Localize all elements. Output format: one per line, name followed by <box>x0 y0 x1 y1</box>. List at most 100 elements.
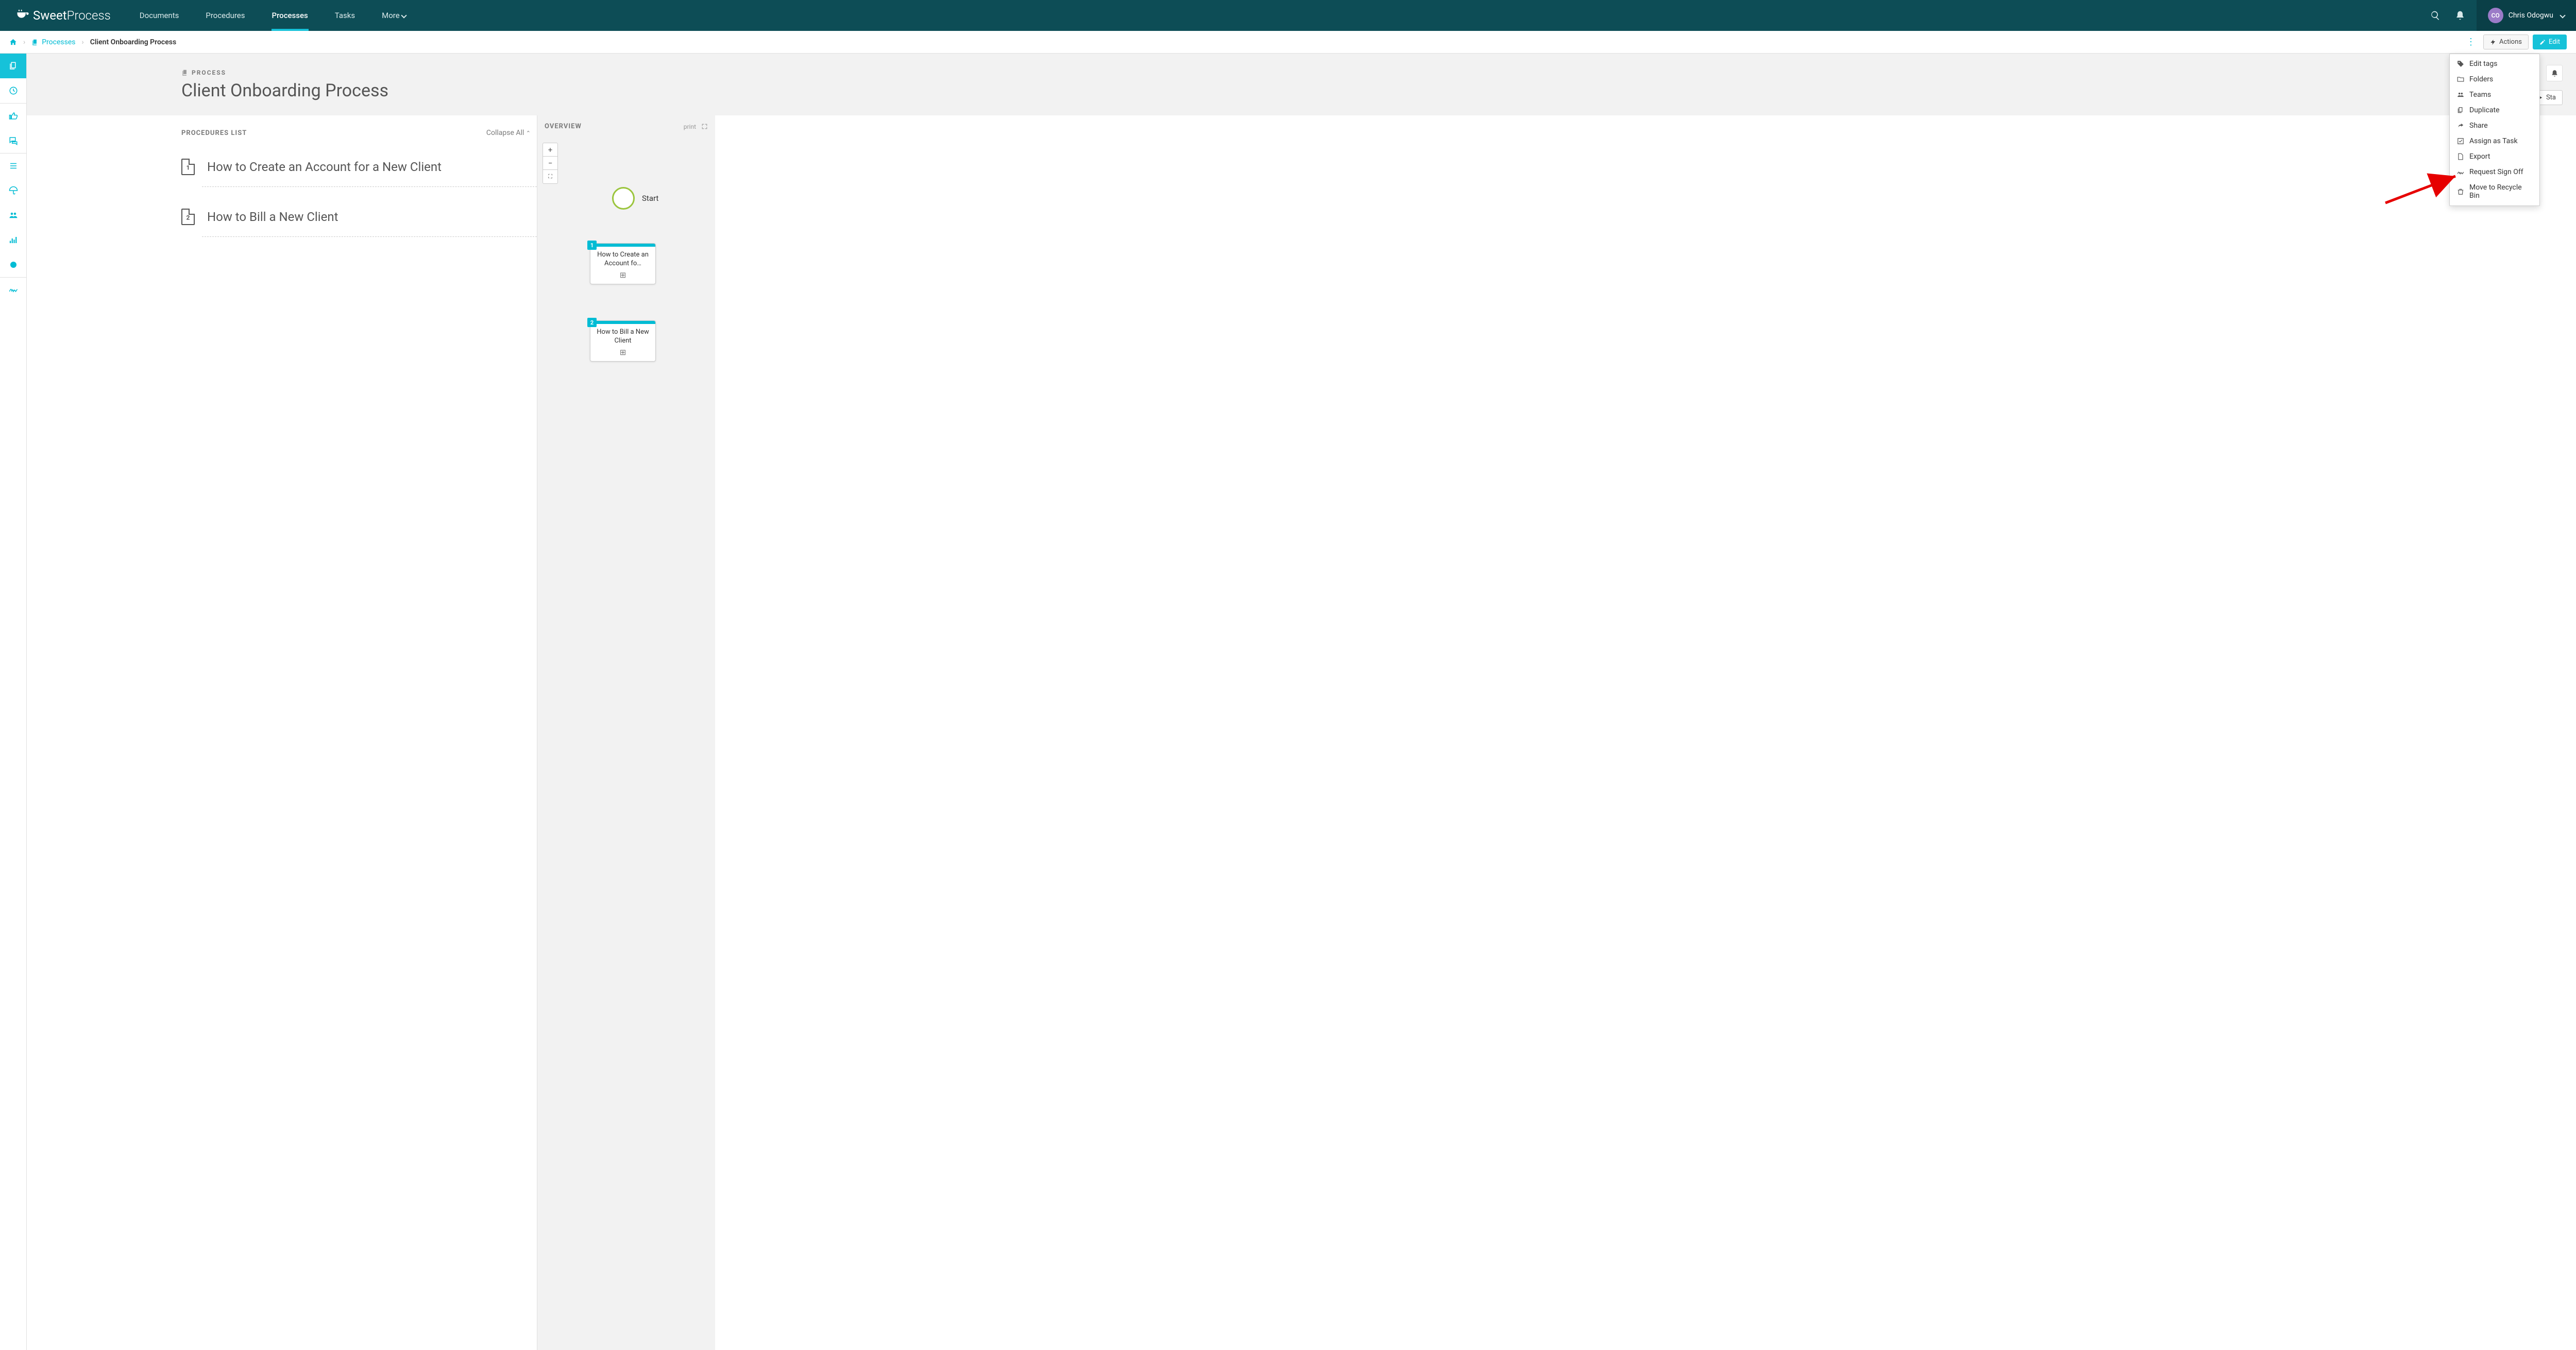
dropdown-assign-task[interactable]: Assign as Task <box>2450 133 2539 149</box>
share-icon <box>2457 122 2464 129</box>
rail-bars[interactable] <box>0 228 26 252</box>
notify-button[interactable] <box>2546 65 2563 81</box>
procedure-item-1[interactable]: 1 How to Create an Account for a New Cli… <box>181 137 537 186</box>
more-options-button[interactable]: ⋮ <box>2463 34 2479 50</box>
folder-icon <box>2457 76 2464 83</box>
top-icons <box>2419 0 2477 31</box>
expand-icon[interactable] <box>701 123 708 130</box>
thumb-icon <box>9 111 18 121</box>
hero-type-label: PROCESS <box>181 69 2576 76</box>
tab-procedures[interactable]: Procedures <box>192 0 258 31</box>
rail-copy[interactable] <box>0 54 26 78</box>
user-menu[interactable]: CO Chris Odogwu <box>2477 0 2576 31</box>
chevron-up-icon: ⌃ <box>526 130 531 136</box>
rail-activity[interactable] <box>0 278 26 302</box>
tab-more[interactable]: More <box>368 0 419 31</box>
actions-label: Actions <box>2499 38 2522 46</box>
dropdown-share[interactable]: Share <box>2450 118 2539 133</box>
bars-icon <box>9 235 18 245</box>
rail-list[interactable] <box>0 153 26 178</box>
print-link[interactable]: print <box>684 123 696 130</box>
pencil-icon <box>2539 39 2546 45</box>
top-bar: SweetProcess Documents Procedures Proces… <box>0 0 2576 31</box>
bell-icon[interactable] <box>2455 10 2465 21</box>
start-circle-icon <box>612 187 635 210</box>
stack-icon <box>181 69 189 76</box>
home-icon <box>9 38 17 46</box>
brand-second: Process <box>67 8 111 23</box>
node-title: How to Create an Account fo… <box>590 247 655 270</box>
overview-panel: OVERVIEW print + − ⛶ <box>537 115 715 1350</box>
zoom-in[interactable]: + <box>543 143 557 157</box>
activity-icon <box>9 285 18 295</box>
flow-start[interactable]: Start <box>612 187 658 210</box>
rail-clock[interactable] <box>0 78 26 103</box>
duplicate-icon <box>2457 107 2464 114</box>
doc-icon: 2 <box>181 209 195 225</box>
node-expand[interactable]: ⊞ <box>590 270 655 284</box>
list-icon <box>9 161 18 170</box>
edit-button[interactable]: Edit <box>2533 35 2567 49</box>
dropdown-duplicate[interactable]: Duplicate <box>2450 102 2539 118</box>
actions-button[interactable]: Actions <box>2483 35 2529 49</box>
zoom-fit[interactable]: ⛶ <box>543 170 557 183</box>
flow-node-2[interactable]: 2 How to Bill a New Client ⊞ <box>590 320 656 362</box>
side-rail <box>0 54 27 1350</box>
bolt-icon <box>2490 39 2496 45</box>
brand-logo[interactable]: SweetProcess <box>0 0 126 31</box>
chat-icon <box>9 136 18 145</box>
procedures-list: PROCEDURES LIST Collapse All ⌃ 1 How to … <box>27 115 537 1350</box>
dropdown-sign-off[interactable]: Request Sign Off <box>2450 164 2539 180</box>
tab-tasks[interactable]: Tasks <box>321 0 368 31</box>
avatar: CO <box>2488 8 2503 23</box>
signature-icon <box>2457 168 2464 176</box>
rail-chat[interactable] <box>0 128 26 153</box>
dropdown-folders[interactable]: Folders <box>2450 72 2539 87</box>
procedures-list-label: PROCEDURES LIST <box>181 129 247 137</box>
edit-label: Edit <box>2549 38 2560 46</box>
teams-icon <box>2457 91 2464 98</box>
top-nav: Documents Procedures Processes Tasks Mor… <box>126 0 419 31</box>
tab-more-label: More <box>382 11 400 20</box>
node-expand[interactable]: ⊞ <box>590 348 655 361</box>
cup-icon <box>15 8 30 23</box>
brand-first: Sweet <box>33 8 67 23</box>
crumb-sep: › <box>82 38 84 46</box>
hero: PROCESS Client Onboarding Process Sta <box>27 54 2576 115</box>
dropdown-recycle[interactable]: Move to Recycle Bin <box>2450 180 2539 203</box>
procedure-title: How to Create an Account for a New Clien… <box>207 160 442 174</box>
start-label: Start <box>642 194 658 203</box>
rail-thumb[interactable] <box>0 104 26 128</box>
crumb-sep: › <box>23 38 25 46</box>
procedure-title: How to Bill a New Client <box>207 210 338 224</box>
clock-icon <box>9 86 18 95</box>
flow-node-1[interactable]: 1 How to Create an Account fo… ⊞ <box>590 243 656 284</box>
actions-dropdown: Edit tags Folders Teams Duplicate Share … <box>2449 54 2540 206</box>
tag-icon <box>2457 60 2464 67</box>
trash-icon <box>2457 188 2464 195</box>
zoom-out[interactable]: − <box>543 157 557 170</box>
stack-icon <box>31 39 39 46</box>
badge-icon <box>9 260 18 269</box>
doc-icon: 1 <box>181 159 195 175</box>
file-icon <box>2457 153 2464 160</box>
umbrella-icon <box>9 186 18 195</box>
people-icon <box>9 211 18 220</box>
breadcrumb: › Processes › Client Onboarding Process <box>9 38 176 46</box>
tab-processes[interactable]: Processes <box>259 0 321 31</box>
search-icon[interactable] <box>2430 10 2441 21</box>
rail-people[interactable] <box>0 203 26 228</box>
home-link[interactable] <box>9 38 17 46</box>
dropdown-edit-tags[interactable]: Edit tags <box>2450 56 2539 72</box>
tab-documents[interactable]: Documents <box>126 0 193 31</box>
dropdown-teams[interactable]: Teams <box>2450 87 2539 102</box>
bell-icon <box>2551 70 2558 77</box>
collapse-all[interactable]: Collapse All ⌃ <box>486 129 531 137</box>
rail-badge[interactable] <box>0 252 26 277</box>
breadcrumb-processes[interactable]: Processes <box>31 38 75 46</box>
rail-umbrella[interactable] <box>0 178 26 203</box>
dropdown-export[interactable]: Export <box>2450 149 2539 164</box>
procedure-item-2[interactable]: 2 How to Bill a New Client <box>181 187 537 236</box>
node-badge: 2 <box>587 318 597 327</box>
chevron-down-icon <box>401 12 406 18</box>
